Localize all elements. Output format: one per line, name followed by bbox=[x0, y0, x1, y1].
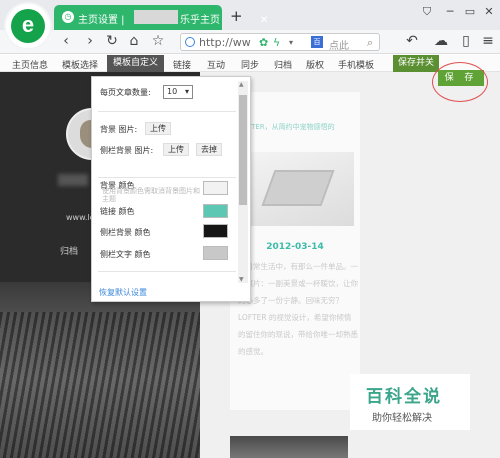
favorite-star-icon[interactable]: ☆ bbox=[150, 33, 166, 49]
home-icon[interactable]: ⌂ bbox=[126, 33, 142, 49]
post-image-2 bbox=[230, 436, 348, 458]
security-icon[interactable]: ✿ bbox=[259, 36, 268, 49]
sidebar-bg-image-label: 侧栏背景 图片: bbox=[100, 146, 154, 155]
restore-icon[interactable]: ▭ bbox=[463, 5, 477, 19]
blurred-name bbox=[58, 174, 88, 186]
search-engine-icon[interactable]: 百 bbox=[311, 36, 323, 48]
template-custom-panel: 每页文章数量: 10 ▾ 背景 图片: 上传 侧栏背景 图片: 上传 去掉 背景… bbox=[91, 76, 251, 302]
chevron-down-icon[interactable]: ▾ bbox=[289, 38, 293, 47]
watermark-title: 百科全说 bbox=[366, 387, 442, 407]
menu-interaction[interactable]: 互动 bbox=[207, 58, 225, 71]
tab-active[interactable]: ◷ 主页设置 | 乐乎主页 ✕ bbox=[54, 5, 268, 30]
forest-background bbox=[0, 312, 200, 458]
search-icon[interactable]: ⌕ bbox=[367, 36, 373, 50]
navigation-bar: ‹ › ↻ ⌂ ☆ http://ww ✿ ϟ ▾ 百 点此 ⌕ ↶ ☁ ▯ ≡ bbox=[0, 30, 500, 54]
forward-icon[interactable]: › bbox=[82, 33, 98, 49]
reload-icon[interactable]: ↻ bbox=[104, 33, 120, 49]
menu-sync[interactable]: 同步 bbox=[241, 58, 259, 71]
sidebar-bg-color-swatch[interactable] bbox=[203, 224, 228, 238]
globe-icon bbox=[185, 37, 195, 47]
tab-close-icon[interactable]: ✕ bbox=[260, 16, 270, 26]
divider bbox=[98, 111, 236, 112]
save-publish-button[interactable]: 保存并关 bbox=[393, 55, 440, 72]
browser-logo: e bbox=[6, 4, 50, 48]
divider bbox=[98, 271, 236, 272]
browser-tab-bar: ◷ 主页设置 | 乐乎主页 ✕ + ⛉ ─ ▭ ✕ bbox=[0, 0, 500, 30]
sidebar-remove-button[interactable]: 去掉 bbox=[196, 143, 222, 156]
address-bar[interactable]: http://ww ✿ ϟ ▾ 百 点此 ⌕ bbox=[180, 33, 380, 52]
bg-image-label: 背景 图片: bbox=[100, 125, 138, 134]
menu-template-custom[interactable]: 模板自定义 bbox=[107, 55, 165, 72]
minimize-icon[interactable]: ─ bbox=[443, 5, 457, 19]
tab-title: 主页设置 | bbox=[78, 15, 125, 26]
menu-copyright[interactable]: 版权 bbox=[306, 58, 324, 71]
post-note: LOFTER，从简约中宠物感悟的 bbox=[238, 123, 335, 131]
divider bbox=[98, 177, 236, 178]
lofter-settings-toolbar: 主页信息 模板选择 模板自定义 链接 互动 同步 归档 版权 手机模板 保存并关 bbox=[0, 55, 500, 72]
scroll-thumb[interactable] bbox=[239, 95, 247, 205]
per-page-label: 每页文章数量: bbox=[100, 88, 151, 97]
phone-icon[interactable]: ▯ bbox=[458, 33, 474, 49]
search-input[interactable]: 点此 bbox=[329, 37, 349, 52]
lightning-icon[interactable]: ϟ bbox=[273, 36, 280, 49]
address-text[interactable]: http://ww bbox=[199, 36, 251, 49]
sidebar-bg-color-label: 侧栏背景 颜色 bbox=[100, 228, 151, 237]
bg-color-note: 使用背景颜色需取消背景图片和主题 bbox=[102, 187, 200, 203]
menu-archive[interactable]: 归档 bbox=[274, 58, 292, 71]
scroll-up-icon[interactable]: ▲ bbox=[239, 81, 244, 88]
chevron-down-icon: ▾ bbox=[184, 87, 189, 96]
menu-icon[interactable]: ≡ bbox=[480, 33, 496, 49]
new-tab-button[interactable]: + bbox=[230, 7, 243, 25]
menu-mobile-template[interactable]: 手机模板 bbox=[338, 58, 374, 71]
panel-scrollbar[interactable]: ▲ ▼ bbox=[238, 81, 248, 283]
sidebar-upload-button[interactable]: 上传 bbox=[163, 143, 189, 156]
sidebar-archive-link[interactable]: 归档 bbox=[60, 244, 78, 257]
cloud-icon[interactable]: ☁ bbox=[433, 33, 449, 49]
tab-title-blur bbox=[134, 10, 178, 24]
reset-default-link[interactable]: 恢复默认设置 bbox=[99, 287, 147, 298]
link-color-label: 链接 颜色 bbox=[100, 207, 135, 216]
undo-icon[interactable]: ↶ bbox=[404, 33, 420, 49]
bg-color-swatch[interactable] bbox=[203, 181, 228, 195]
menu-links[interactable]: 链接 bbox=[173, 58, 191, 71]
link-color-swatch[interactable] bbox=[203, 204, 228, 218]
back-icon[interactable]: ‹ bbox=[58, 33, 74, 49]
menu-template-select[interactable]: 模板选择 bbox=[62, 58, 98, 71]
shirt-icon[interactable]: ⛉ bbox=[420, 5, 434, 19]
watermark-subtitle: 助你轻松解决 bbox=[372, 413, 432, 424]
per-page-select[interactable]: 10 ▾ bbox=[163, 85, 193, 99]
watermark: 百科全说 助你轻松解决 bbox=[350, 374, 470, 430]
sidebar-text-color-swatch[interactable] bbox=[203, 246, 228, 260]
close-icon[interactable]: ✕ bbox=[482, 5, 496, 19]
scroll-down-icon[interactable]: ▼ bbox=[239, 276, 244, 283]
sidebar-text-color-label: 侧栏文字 颜色 bbox=[100, 250, 151, 259]
post-image bbox=[238, 152, 354, 226]
clock-icon: ◷ bbox=[62, 11, 74, 23]
tab-title-suffix: 乐乎主页 bbox=[180, 15, 220, 26]
menu-home-info[interactable]: 主页信息 bbox=[12, 58, 48, 71]
per-page-value: 10 bbox=[167, 87, 178, 96]
bg-upload-button[interactable]: 上传 bbox=[145, 122, 171, 135]
highlight-circle bbox=[432, 62, 488, 102]
post-body: 在日常生活中，有那么一件单品。一张照片：一副美景或一杯暖饮，让你的心多了一份宁静… bbox=[238, 262, 358, 356]
